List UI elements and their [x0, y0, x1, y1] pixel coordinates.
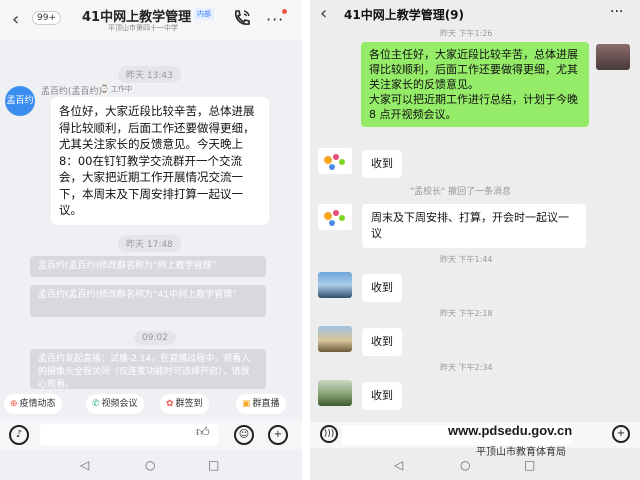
reply-bubble[interactable]: 收到	[362, 328, 402, 356]
more-options-icon[interactable]: ···	[610, 4, 623, 20]
message-bubble[interactable]: 各位好，大家近段比较辛苦，总体进展得比较顺利，后面工作还要做得更细，尤其关注家长…	[51, 97, 269, 225]
nav-recent-icon[interactable]: □	[208, 458, 219, 472]
timestamp: 昨天 下午2:18	[440, 309, 493, 318]
timestamp: 昨天 下午1:44	[440, 255, 493, 264]
recall-notice: "孟校长" 撤回了一条消息	[410, 187, 512, 197]
back-icon[interactable]: ‹	[320, 3, 327, 24]
check-in-icon: ✿	[166, 399, 174, 409]
phone-call-icon[interactable]	[232, 8, 252, 28]
system-nav-bar: ◁ ○ □	[310, 450, 640, 480]
plus-icon[interactable]: +	[612, 425, 630, 443]
avatar[interactable]	[318, 380, 352, 406]
avatar[interactable]	[318, 326, 352, 352]
video-icon: ✆	[92, 399, 100, 409]
chat-header: ‹ 99+ 41中网上教学管理 内部 平顶山市第四十一中学 ···	[0, 0, 302, 40]
timestamp: 昨天 17:48	[118, 235, 181, 252]
chat-subtitle: 平顶山市第四十一中学	[108, 24, 178, 32]
live-icon: ▣	[242, 399, 251, 409]
nav-home-icon[interactable]: ○	[145, 458, 155, 472]
reply-bubble[interactable]: 收到	[362, 274, 402, 302]
nav-back-icon[interactable]: ◁	[394, 458, 403, 472]
own-message-bubble[interactable]: 各位主任好，大家近段比较辛苦，总体进展得比较顺利，后面工作还要做得更细，尤其关注…	[361, 42, 589, 127]
chat-title: 41中网上教学管理(9)	[344, 8, 465, 22]
avatar[interactable]: 孟百约	[5, 86, 35, 116]
avatar[interactable]	[318, 204, 352, 230]
dingtalk-chat-screen: ‹ 99+ 41中网上教学管理 内部 平顶山市第四十一中学 ··· 昨天 13:…	[0, 0, 302, 480]
watermark-url: www.pdsedu.gov.cn	[448, 423, 573, 438]
thumbs-up-icon[interactable]: 👍︎	[196, 425, 210, 440]
watermark-org: 平顶山市教育体育局	[476, 447, 566, 458]
voice-icon[interactable]: )))	[320, 425, 338, 443]
message-input[interactable]	[40, 424, 218, 446]
system-nav-bar: ◁ ○ □	[0, 450, 302, 480]
system-notice: 孟百约(孟百约)修改群名称为“网上教学管理”	[30, 256, 266, 277]
reply-bubble[interactable]: 收到	[362, 382, 402, 410]
epidemic-icon: ⊕	[10, 399, 18, 409]
timestamp: 昨天 下午2:34	[440, 363, 493, 372]
timestamp: 昨天 13:43	[118, 66, 181, 83]
avatar[interactable]	[318, 272, 352, 298]
voice-icon[interactable]: ♪	[9, 425, 29, 445]
plus-icon[interactable]: +	[268, 425, 288, 445]
nav-back-icon[interactable]: ◁	[80, 458, 89, 472]
nav-home-icon[interactable]: ○	[460, 458, 470, 472]
sender-name: 孟百约(孟百约)	[41, 87, 103, 97]
chat-header: ‹ 41中网上教学管理(9) ···	[310, 0, 640, 28]
avatar[interactable]	[318, 148, 352, 174]
reply-bubble[interactable]: 收到	[362, 150, 402, 178]
internal-tag: 内部	[194, 8, 214, 20]
self-avatar[interactable]	[596, 44, 630, 70]
status-tag: ⌚ 工作中	[100, 85, 132, 93]
back-icon[interactable]: ‹	[12, 9, 19, 30]
timestamp: 09:02	[134, 331, 176, 345]
wechat-chat-screen: ‹ 41中网上教学管理(9) ··· 昨天 下午1:26 各位主任好，大家近段比…	[310, 0, 640, 480]
quick-action-live[interactable]: ▣ 群直播	[236, 394, 286, 414]
emoji-icon[interactable]: ☺	[234, 425, 254, 445]
quick-action-video-meeting[interactable]: ✆ 视频会议	[86, 394, 144, 414]
unread-badge: 99+	[32, 11, 61, 25]
quick-action-epidemic[interactable]: ⊕ 疫情动态	[4, 394, 62, 414]
system-notice: 孟百约(孟百约)修改群名称为“41中网上教学管理”	[30, 285, 266, 317]
quick-action-check-in[interactable]: ✿ 群签到	[160, 394, 209, 414]
reply-bubble[interactable]: 周末及下周安排、打算，开会时一起议一议	[362, 204, 586, 248]
nav-recent-icon[interactable]: □	[524, 458, 535, 472]
timestamp: 昨天 下午1:26	[440, 29, 493, 38]
live-stream-notice[interactable]: 孟百约发起直播：试播-2.14，在直播过程中，观看人的摄像头全程关闭（仅连麦功能…	[30, 349, 266, 389]
notification-dot	[282, 9, 287, 14]
